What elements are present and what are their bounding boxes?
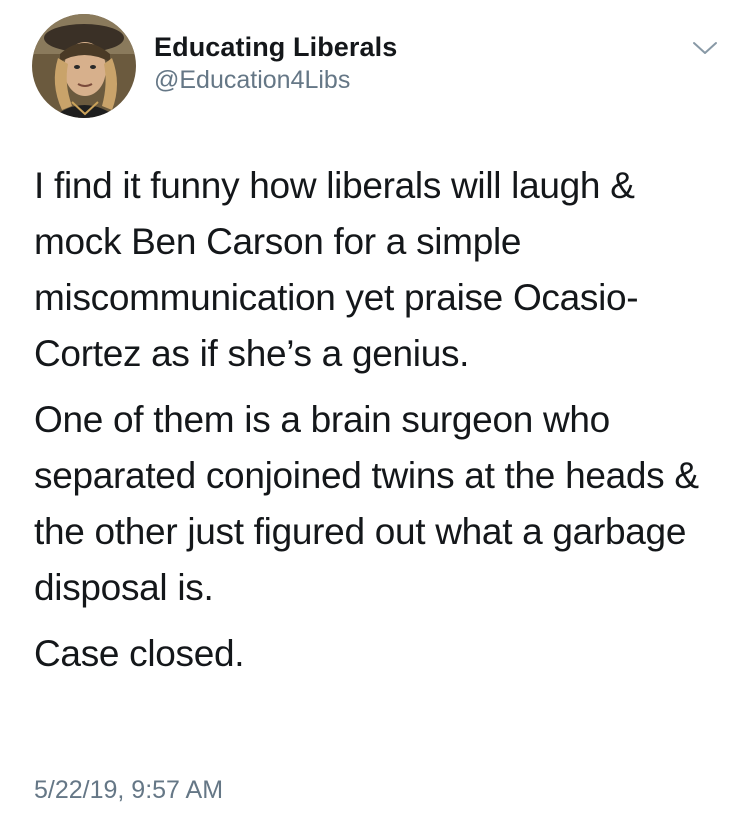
author-handle[interactable]: @Education4Libs [154,64,397,96]
tweet-body: I find it funny how liberals will laugh … [34,158,724,692]
author-names: Educating Liberals @Education4Libs [154,30,397,96]
tweet-card: Educating Liberals @Education4Libs I fin… [0,0,750,815]
tweet-paragraph-2: One of them is a brain surgeon who separ… [34,399,699,608]
tweet-paragraph-3: Case closed. [34,633,245,674]
tweet-header: Educating Liberals @Education4Libs [32,14,730,118]
chevron-down-icon[interactable] [692,40,718,56]
tweet-timestamp[interactable]: 5/22/19, 9:57 AM [34,774,223,806]
avatar[interactable] [32,14,136,118]
avatar-image [32,14,136,118]
tweet-paragraph-1: I find it funny how liberals will laugh … [34,165,639,374]
author-display-name[interactable]: Educating Liberals [154,30,397,64]
